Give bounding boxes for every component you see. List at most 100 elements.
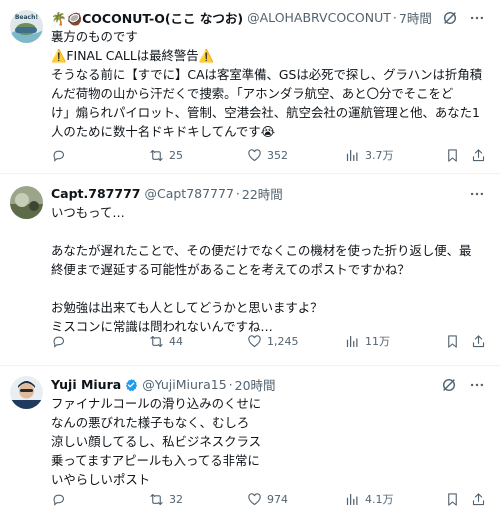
action-bar: 32 974 4.1万 <box>51 490 486 508</box>
like-icon <box>248 148 261 161</box>
tweet-text: いつもって… あなたが遅れたことで、その便だけでなくこの機材を使った折り返し便、… <box>51 203 486 336</box>
tweet[interactable]: Yuji Miura @YujiMiura15 · 20時間 ファイナルコールの… <box>0 366 500 525</box>
retweet-count: 25 <box>169 148 183 162</box>
tweet-line: 裏方のものです <box>51 29 138 44</box>
like-button[interactable]: 974 <box>247 492 288 507</box>
retweet-count: 32 <box>169 492 183 506</box>
retweet-button[interactable]: 32 <box>149 492 183 507</box>
reply-button[interactable] <box>51 492 71 507</box>
tweet-line: そうなる前に【すでに】CAは客室準備、GSは必死で探し、グラハンは折角積 <box>51 67 483 82</box>
timeline-feed: Beach! 🌴🥥COCONUT-O(ここ なつお) @ALOHABRVCOCO… <box>0 0 500 525</box>
share-icon <box>472 492 485 505</box>
separator-dot: · <box>235 186 240 201</box>
reply-icon <box>53 336 65 348</box>
tweet-line <box>51 222 486 241</box>
retweet-count: 44 <box>169 334 183 348</box>
view-count: 4.1万 <box>365 493 394 506</box>
bookmark-button[interactable] <box>445 334 460 349</box>
tweet-line: 乗ってますアピールも入ってる非常に <box>51 453 260 468</box>
bookmark-button[interactable] <box>445 148 460 163</box>
views-button[interactable]: 4.1万 <box>345 491 394 507</box>
avatar-text: Beach! <box>15 14 38 21</box>
share-icon <box>472 148 485 161</box>
more-icon[interactable] <box>469 9 486 27</box>
action-bar: 25 352 3.7万 <box>51 146 486 164</box>
view-count: 11万 <box>365 335 390 348</box>
author-name[interactable]: Yuji Miura <box>51 377 121 392</box>
like-button[interactable]: 1,245 <box>247 334 299 349</box>
tweet-line: いつもって… <box>51 205 125 220</box>
views-icon <box>346 335 358 347</box>
tweet-line: ファイナルコールの滑り込みのくせに <box>51 396 262 411</box>
tweet[interactable]: Capt.787777 @Capt787777 · 22時間 いつもって… あな… <box>0 174 500 366</box>
separator-dot: · <box>228 377 233 392</box>
reply-button[interactable] <box>51 334 71 349</box>
tweet-line: なんの悪びれた様子もなく、むしろ <box>51 415 250 430</box>
share-button[interactable] <box>471 492 486 507</box>
timestamp[interactable]: 7時間 <box>399 8 432 27</box>
tweet-header: Yuji Miura @YujiMiura15 · 20時間 <box>51 375 486 394</box>
tweet-text: 裏方のものです ⚠️FINAL CALLは最終警告⚠️ そうなる前に【すでに】C… <box>51 27 486 141</box>
author-handle[interactable]: @YujiMiura15 <box>142 377 226 392</box>
grok-icon[interactable] <box>442 9 459 27</box>
tweet-line: あなたが遅れたことで、その便だけでなくこの機材を使った折り返し便、最 <box>51 243 472 258</box>
share-icon <box>472 334 485 347</box>
tweet-line: 終便まで遅延する可能性があることを考えてのポストですかね？ <box>51 262 410 277</box>
views-icon <box>346 149 358 161</box>
author-name[interactable]: 🌴🥥COCONUT-O(ここ なつお) <box>51 8 243 27</box>
action-bar: 44 1,245 11万 <box>51 332 486 350</box>
bookmark-icon <box>448 148 457 162</box>
tweet-body: Yuji Miura @YujiMiura15 · 20時間 ファイナルコールの… <box>51 375 486 489</box>
retweet-icon <box>150 149 163 161</box>
tweet-line: お勉強は出来ても人としてどうかと思いますよ？ <box>51 300 323 315</box>
share-button[interactable] <box>471 334 486 349</box>
tweet[interactable]: Beach! 🌴🥥COCONUT-O(ここ なつお) @ALOHABRVCOCO… <box>0 0 500 174</box>
bookmark-icon <box>448 492 457 506</box>
author-name[interactable]: Capt.787777 <box>51 186 140 201</box>
like-icon <box>248 334 261 347</box>
author-handle[interactable]: @ALOHABRVCOCONUT <box>247 10 391 25</box>
tweet-line: 人のために数十名ドキドキしてんです😭 <box>51 124 276 139</box>
tweet-line: んだ荷物の山から汗だくで捜索。「アホンダラ航空、あと〇分でそこをど <box>51 86 454 101</box>
tweet-line: いやらしいポスト <box>51 472 151 487</box>
tweet-line: ⚠️FINAL CALLは最終警告⚠️ <box>51 48 215 63</box>
tweet-line <box>51 279 486 298</box>
view-count: 3.7万 <box>365 149 394 162</box>
like-count: 352 <box>267 148 288 162</box>
timestamp[interactable]: 22時間 <box>242 184 283 203</box>
like-button[interactable]: 352 <box>247 148 288 163</box>
tweet-body: 🌴🥥COCONUT-O(ここ なつお) @ALOHABRVCOCONUT · 7… <box>51 8 486 141</box>
tweet-text: ファイナルコールの滑り込みのくせに なんの悪びれた様子もなく、むしろ 涼しい顔し… <box>51 394 486 489</box>
bookmark-button[interactable] <box>445 492 460 507</box>
reply-icon <box>53 150 65 162</box>
avatar[interactable] <box>10 186 43 219</box>
reply-button[interactable] <box>51 148 71 163</box>
views-icon <box>346 493 358 505</box>
share-button[interactable] <box>471 148 486 163</box>
more-icon[interactable] <box>468 376 486 394</box>
tweet-body: Capt.787777 @Capt787777 · 22時間 いつもって… あな… <box>51 184 486 336</box>
like-icon <box>248 492 261 505</box>
bookmark-icon <box>448 334 457 348</box>
avatar[interactable] <box>10 376 43 409</box>
like-count: 1,245 <box>267 334 299 348</box>
tweet-line: 涼しい顔してるし、私ビジネスクラス <box>51 434 262 449</box>
avatar[interactable]: Beach! <box>10 10 43 43</box>
separator-dot: · <box>392 10 397 25</box>
tweet-header: Capt.787777 @Capt787777 · 22時間 <box>51 184 486 203</box>
grok-icon[interactable] <box>440 376 458 394</box>
reply-icon <box>53 494 65 506</box>
retweet-button[interactable]: 44 <box>149 334 183 349</box>
retweet-icon <box>150 493 163 505</box>
tweet-line: け」煽られパイロット、管制、空港会社、航空会社の運航管理と他、あなた1 <box>51 105 480 120</box>
views-button[interactable]: 3.7万 <box>345 147 394 163</box>
like-count: 974 <box>267 492 288 506</box>
views-button[interactable]: 11万 <box>345 333 390 349</box>
tweet-header: 🌴🥥COCONUT-O(ここ なつお) @ALOHABRVCOCONUT · 7… <box>51 8 486 27</box>
author-handle[interactable]: @Capt787777 <box>144 186 233 201</box>
retweet-button[interactable]: 25 <box>149 148 183 163</box>
more-icon[interactable] <box>468 185 486 203</box>
timestamp[interactable]: 20時間 <box>235 375 276 394</box>
verified-badge-icon <box>124 378 138 392</box>
retweet-icon <box>150 335 163 347</box>
